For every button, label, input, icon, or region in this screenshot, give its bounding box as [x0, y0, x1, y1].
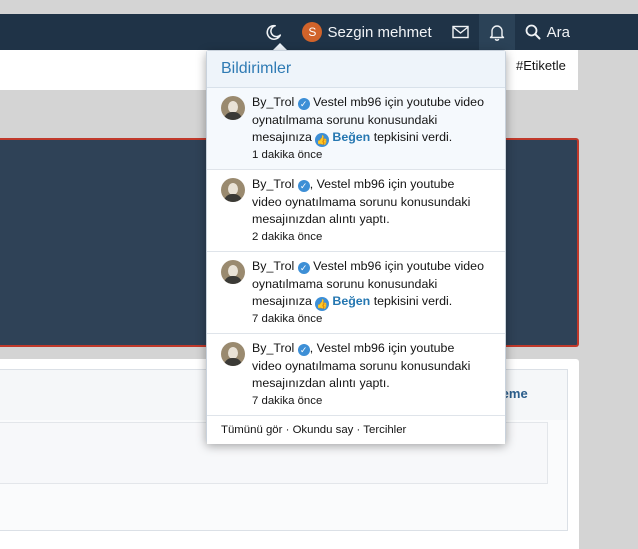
- account-username: Sezgin mehmet: [327, 23, 432, 41]
- notification-line[interactable]: oynatılmama sorunu konusundaki: [252, 113, 437, 127]
- avatar: S: [302, 22, 323, 42]
- notification-user[interactable]: By_Trol: [252, 259, 294, 273]
- thumbs-up-icon: 👍: [315, 297, 330, 312]
- notification-user[interactable]: By_Trol: [252, 177, 294, 191]
- notification-line: mesajınızdan alıntı yaptı.: [252, 376, 390, 391]
- notification-line: tepkisini verdi.: [373, 294, 453, 309]
- notifications-title: Bildirimler: [207, 51, 505, 88]
- notification-line[interactable]: oynatılmama sorunu konusundaki: [252, 277, 437, 291]
- notification-line: mesajınızdan alıntı yaptı.: [252, 212, 390, 227]
- notification-item[interactable]: By_Trol ✓ Vestel mb96 için youtube video…: [207, 88, 505, 170]
- mark-read-link[interactable]: Okundu say: [293, 424, 354, 436]
- notification-line: tepkisini verdi.: [373, 130, 453, 145]
- notification-line[interactable]: , Vestel mb96 için youtube: [310, 177, 455, 191]
- separator: ·: [356, 424, 361, 436]
- notification-line[interactable]: Vestel mb96 için youtube video: [313, 259, 484, 273]
- top-navbar: S Sezgin mehmet Ara: [0, 14, 638, 50]
- verified-badge-icon: ✓: [297, 262, 310, 274]
- notification-item[interactable]: By_Trol ✓, Vestel mb96 için youtube vide…: [207, 170, 505, 252]
- navbar-user-area: S Sezgin mehmet Ara: [255, 14, 580, 50]
- notification-time: 2 dakika önce: [252, 230, 323, 243]
- bell-icon: [489, 24, 505, 41]
- avatar[interactable]: [221, 342, 245, 366]
- search-icon: [525, 24, 541, 40]
- verified-badge-icon: ✓: [297, 344, 310, 356]
- page-margin-right: [579, 50, 638, 549]
- notification-text: By_Trol ✓ Vestel mb96 için youtube video…: [252, 258, 495, 312]
- notification-text: By_Trol ✓ Vestel mb96 için youtube video…: [252, 94, 495, 148]
- notification-line[interactable]: Vestel mb96 için youtube video: [313, 95, 484, 109]
- verified-badge-icon: ✓: [297, 98, 310, 110]
- notification-line[interactable]: video oynatılmama sorunu konusundaki: [252, 359, 470, 373]
- account-menu-button[interactable]: S Sezgin mehmet: [292, 14, 441, 50]
- inbox-button[interactable]: [442, 14, 479, 50]
- preferences-link[interactable]: Tercihler: [363, 424, 406, 436]
- notification-item[interactable]: By_Trol ✓, Vestel mb96 için youtube vide…: [207, 334, 505, 416]
- reaction-label: Beğen: [332, 294, 371, 309]
- avatar[interactable]: [221, 96, 245, 120]
- tag-button[interactable]: #Etiketle: [516, 58, 566, 73]
- search-label: Ara: [546, 23, 570, 41]
- notification-line[interactable]: video oynatılmama sorunu konusundaki: [252, 195, 470, 209]
- thumbs-up-icon: 👍: [315, 133, 330, 148]
- notification-time: 7 dakika önce: [252, 394, 323, 407]
- alerts-button[interactable]: [478, 14, 515, 50]
- notifications-dropdown: Bildirimler By_Trol ✓ Vestel mb96 için y…: [206, 50, 506, 444]
- see-all-link[interactable]: Tümünü gör: [221, 424, 282, 436]
- verified-badge-icon: ✓: [297, 180, 310, 192]
- notification-user[interactable]: By_Trol: [252, 341, 294, 355]
- search-button[interactable]: Ara: [515, 14, 580, 50]
- notification-text: By_Trol ✓, Vestel mb96 için youtube vide…: [252, 340, 495, 393]
- notification-text: By_Trol ✓, Vestel mb96 için youtube vide…: [252, 176, 495, 229]
- avatar[interactable]: [221, 260, 245, 284]
- notification-user[interactable]: By_Trol: [252, 95, 294, 109]
- separator: ·: [285, 424, 290, 436]
- reaction-label: Beğen: [332, 130, 371, 145]
- notification-time: 1 dakika önce: [252, 149, 323, 162]
- notifications-footer: Tümünü gör · Okundu say · Tercihler: [207, 416, 505, 444]
- envelope-icon: [451, 25, 469, 39]
- notification-time: 7 dakika önce: [252, 313, 323, 326]
- notification-line[interactable]: , Vestel mb96 için youtube: [310, 341, 455, 355]
- moon-icon: [265, 24, 282, 41]
- notification-line: mesajınıza: [252, 130, 312, 145]
- notification-line: mesajınıza: [252, 294, 312, 309]
- notification-item[interactable]: By_Trol ✓ Vestel mb96 için youtube video…: [207, 252, 505, 334]
- avatar[interactable]: [221, 178, 245, 202]
